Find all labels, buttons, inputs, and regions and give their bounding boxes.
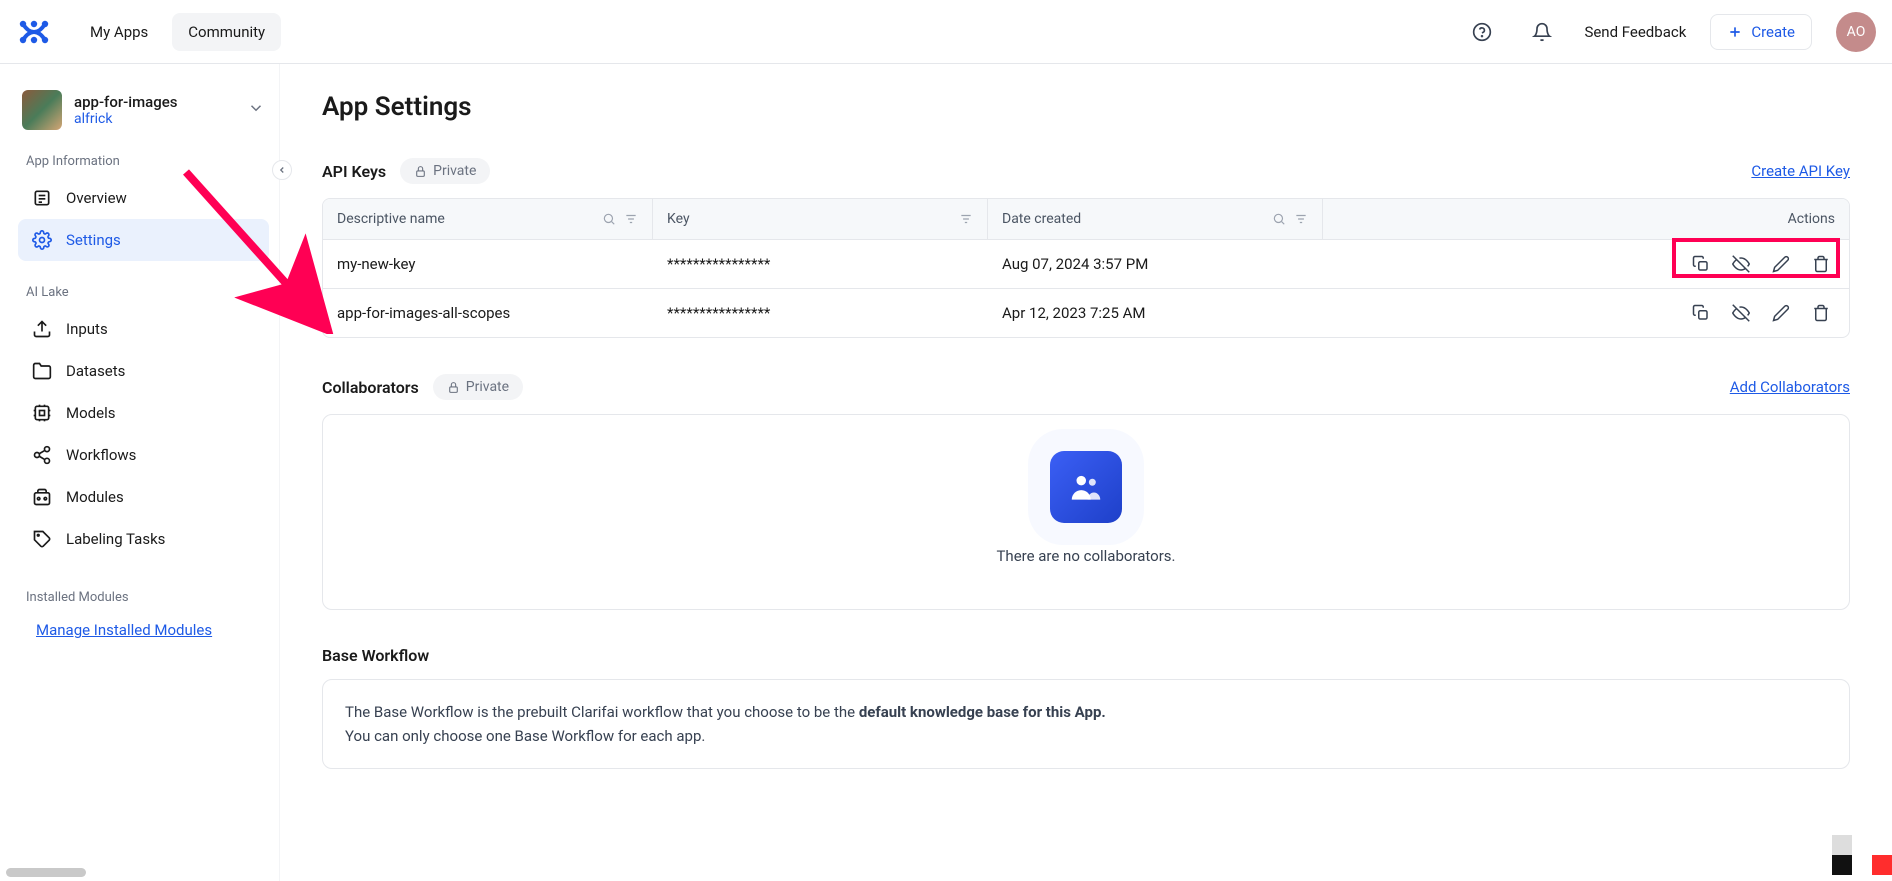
add-collaborators-link[interactable]: Add Collaborators	[1730, 378, 1850, 396]
lock-icon	[447, 381, 460, 394]
app-logo[interactable]	[16, 14, 52, 50]
column-header-key[interactable]: Key	[653, 199, 988, 239]
edit-icon[interactable]	[1767, 299, 1795, 327]
sidebar-item-workflows[interactable]: Workflows	[18, 434, 269, 476]
send-feedback-link[interactable]: Send Feedback	[1584, 23, 1686, 41]
app-owner-link[interactable]: alfrick	[74, 111, 235, 127]
delete-icon[interactable]	[1807, 250, 1835, 278]
sidebar-item-models[interactable]: Models	[18, 392, 269, 434]
notifications-icon[interactable]	[1524, 14, 1560, 50]
column-header-actions: Actions	[1323, 199, 1849, 239]
sidebar-item-label: Modules	[66, 488, 124, 506]
sidebar-item-label: Labeling Tasks	[66, 530, 165, 548]
sidebar-item-label: Models	[66, 404, 115, 422]
sidebar-item-datasets[interactable]: Datasets	[18, 350, 269, 392]
filter-icon[interactable]	[624, 212, 638, 226]
cell-name: app-for-images-all-scopes	[323, 289, 653, 337]
base-workflow-title: Base Workflow	[322, 646, 429, 665]
help-icon[interactable]	[1464, 14, 1500, 50]
delete-icon[interactable]	[1807, 299, 1835, 327]
api-keys-title: API Keys	[322, 162, 386, 181]
sidebar-item-settings[interactable]: Settings	[18, 219, 269, 261]
app-thumbnail	[22, 90, 62, 130]
private-badge: Private	[400, 158, 490, 184]
cell-date: Apr 12, 2023 7:25 AM	[988, 289, 1323, 337]
sidebar-item-inputs[interactable]: Inputs	[18, 308, 269, 350]
page-title: App Settings	[322, 92, 1850, 122]
table-row: app-for-images-all-scopes **************…	[323, 288, 1849, 337]
main-content: App Settings API Keys Private Create API…	[280, 64, 1892, 881]
sidebar-item-overview[interactable]: Overview	[18, 177, 269, 219]
base-workflow-description: The Base Workflow is the prebuilt Clarif…	[322, 679, 1850, 769]
copy-icon[interactable]	[1687, 299, 1715, 327]
nav-my-apps[interactable]: My Apps	[74, 13, 164, 51]
nav-community[interactable]: Community	[172, 13, 281, 51]
lock-icon	[414, 165, 427, 178]
cell-key: ****************	[653, 289, 988, 337]
cell-key: ****************	[653, 240, 988, 288]
sidebar-item-modules[interactable]: Modules	[18, 476, 269, 518]
sidebar-item-label: Inputs	[66, 320, 108, 338]
sidebar: app-for-images alfrick App Information O…	[0, 64, 280, 881]
collaborators-icon	[1050, 451, 1122, 523]
api-keys-table: Descriptive name Key Date created Action…	[322, 198, 1850, 338]
edit-icon[interactable]	[1767, 250, 1795, 278]
create-api-key-link[interactable]: Create API Key	[1751, 162, 1850, 180]
sidebar-item-label: Overview	[66, 189, 127, 207]
section-ai-lake: AI Lake	[18, 275, 269, 308]
visibility-off-icon[interactable]	[1727, 250, 1755, 278]
user-avatar[interactable]: AO	[1836, 12, 1876, 52]
app-switcher-chevron[interactable]	[247, 99, 265, 121]
column-header-name[interactable]: Descriptive name	[323, 199, 653, 239]
collaborators-title: Collaborators	[322, 378, 419, 397]
cell-name: my-new-key	[323, 240, 653, 288]
search-icon[interactable]	[602, 212, 616, 226]
app-name: app-for-images	[74, 93, 235, 111]
private-badge: Private	[433, 374, 523, 400]
visibility-off-icon[interactable]	[1727, 299, 1755, 327]
table-row: my-new-key **************** Aug 07, 2024…	[323, 239, 1849, 288]
decorative-squares	[1832, 835, 1892, 875]
filter-icon[interactable]	[1294, 212, 1308, 226]
search-icon[interactable]	[1272, 212, 1286, 226]
cell-date: Aug 07, 2024 3:57 PM	[988, 240, 1323, 288]
copy-icon[interactable]	[1687, 250, 1715, 278]
manage-modules-link[interactable]: Manage Installed Modules	[18, 613, 269, 647]
sidebar-scrollbar[interactable]	[6, 868, 86, 877]
sidebar-item-label: Datasets	[66, 362, 125, 380]
sidebar-item-labeling[interactable]: Labeling Tasks	[18, 518, 269, 560]
section-installed-modules: Installed Modules	[18, 580, 269, 613]
create-button[interactable]: Create	[1710, 14, 1812, 50]
collaborators-empty-state: There are no collaborators.	[322, 414, 1850, 610]
sidebar-item-label: Settings	[66, 231, 121, 249]
sidebar-item-label: Workflows	[66, 446, 136, 464]
collaborators-empty-text: There are no collaborators.	[996, 547, 1175, 565]
sidebar-collapse-button[interactable]	[272, 160, 292, 180]
column-header-date[interactable]: Date created	[988, 199, 1323, 239]
section-app-info: App Information	[18, 144, 269, 177]
filter-icon[interactable]	[959, 212, 973, 226]
create-button-label: Create	[1751, 23, 1795, 41]
